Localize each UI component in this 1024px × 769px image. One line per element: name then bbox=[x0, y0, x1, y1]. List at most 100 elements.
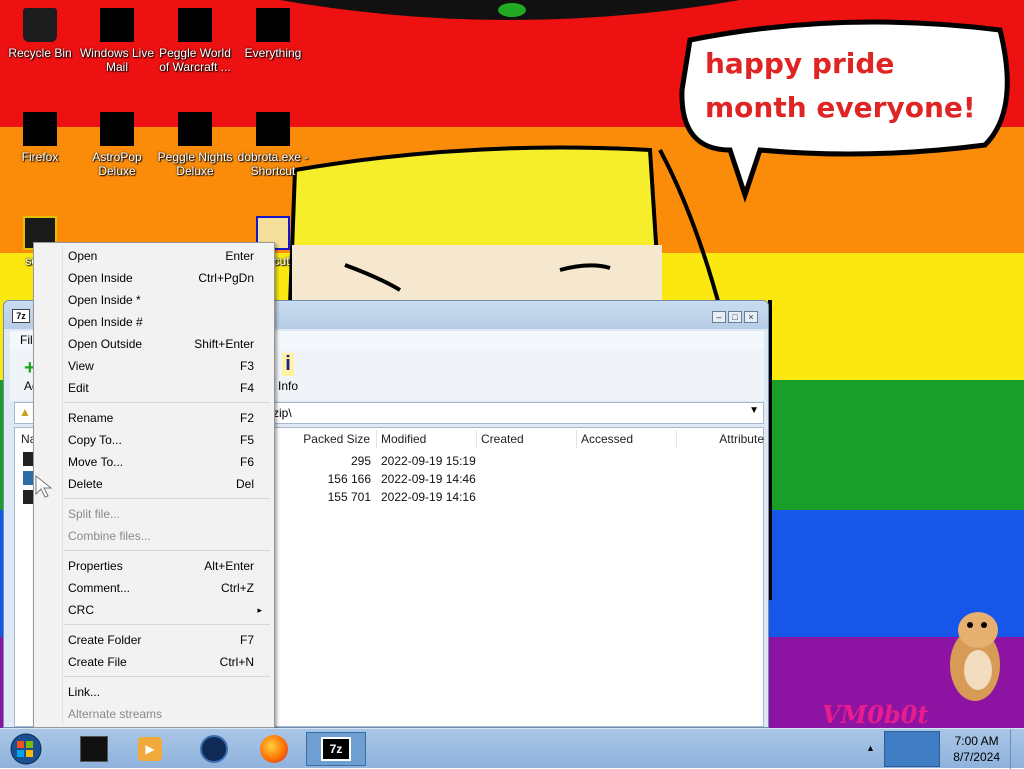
taskbar-firefox[interactable] bbox=[246, 732, 302, 766]
menu-item-edit[interactable]: Edit F4 bbox=[36, 377, 272, 399]
desktop-icon-peggle-nights[interactable]: Peggle Nights Deluxe bbox=[155, 112, 235, 178]
terminal-icon bbox=[80, 736, 108, 762]
column-header-packed-size[interactable]: Packed Size bbox=[277, 430, 377, 448]
menu-item-properties[interactable]: Properties Alt+Enter bbox=[36, 555, 272, 577]
firefox-icon bbox=[23, 112, 57, 146]
column-header-attributes[interactable]: Attribute bbox=[677, 430, 765, 448]
menu-item-shortcut: Del bbox=[235, 477, 254, 491]
peggle-wow-icon bbox=[178, 8, 212, 42]
packed-size-cell: 156 166 bbox=[327, 472, 371, 486]
column-header-modified[interactable]: Modified bbox=[377, 430, 477, 448]
tray-network-icon[interactable] bbox=[884, 731, 940, 767]
menu-item-open-inside[interactable]: Open Inside Ctrl+PgDn bbox=[36, 267, 272, 289]
menu-item-crc[interactable]: CRC ▸ bbox=[36, 599, 272, 621]
menu-item-open[interactable]: Open Enter bbox=[36, 245, 272, 267]
desktop-icon-astropop[interactable]: AstroPop Deluxe bbox=[77, 112, 157, 178]
clock-date: 8/7/2024 bbox=[953, 750, 1000, 764]
menu-separator bbox=[64, 550, 270, 551]
menu-item-label: Create File bbox=[68, 655, 127, 669]
taskbar-terminal[interactable] bbox=[66, 732, 122, 766]
submenu-arrow-icon: ▸ bbox=[257, 605, 262, 615]
menu-item-shortcut: F6 bbox=[239, 455, 254, 469]
menu-item-label: Open Inside * bbox=[68, 293, 141, 307]
modified-cell: 2022-09-19 14:16 bbox=[381, 490, 476, 504]
recycle-bin-icon bbox=[23, 8, 57, 42]
tray-expand-icon[interactable]: ▲ bbox=[866, 743, 875, 753]
desktop-icon-recycle-bin[interactable]: Recycle Bin bbox=[0, 8, 80, 60]
desktop-icon-peggle-wow[interactable]: Peggle World of Warcraft ... bbox=[155, 8, 235, 74]
chevron-down-icon[interactable]: ▼ bbox=[749, 405, 759, 416]
menu-item-shortcut: F4 bbox=[239, 381, 254, 395]
desktop-icon-dobrota-shortcut[interactable]: dobrota.exe - Shortcut bbox=[233, 112, 313, 178]
minimize-button[interactable]: – bbox=[712, 311, 726, 323]
menu-item-label: Open Inside bbox=[68, 271, 133, 285]
start-button[interactable] bbox=[2, 732, 54, 766]
column-header-accessed[interactable]: Accessed bbox=[577, 430, 677, 448]
speech-bubble-text: happy pride month everyone! bbox=[705, 47, 976, 124]
menu-item-label: Link... bbox=[68, 685, 101, 699]
menu-item-label: View bbox=[68, 359, 94, 373]
desktop-icon-label: Peggle Nights Deluxe bbox=[157, 150, 233, 178]
menu-item-comment[interactable]: Comment... Ctrl+Z bbox=[36, 577, 272, 599]
desktop-icon-windows-live-mail[interactable]: Windows Live Mail bbox=[77, 8, 157, 74]
menu-item-shortcut: Ctrl+N bbox=[219, 655, 254, 669]
clock-time: 7:00 AM bbox=[954, 734, 999, 748]
taskbar-browser[interactable] bbox=[186, 732, 242, 766]
menu-item-open-inside-hash[interactable]: Open Inside # bbox=[36, 311, 272, 333]
desktop-icon-everything[interactable]: Everything bbox=[233, 8, 313, 60]
system-clock[interactable]: 7:00 AM 8/7/2024 bbox=[953, 733, 1000, 765]
menu-item-label: Delete bbox=[68, 477, 103, 491]
menu-item-label: Properties bbox=[68, 559, 123, 573]
taskbar: ▶ 7z ▲ 7:00 AM 8/7/2024 bbox=[0, 728, 1024, 769]
menu-item-view[interactable]: View F3 bbox=[36, 355, 272, 377]
windows-live-mail-icon bbox=[100, 8, 134, 42]
menu-item-label: Open bbox=[68, 249, 98, 263]
close-button[interactable]: × bbox=[744, 311, 758, 323]
menu-item-label: Move To... bbox=[68, 455, 124, 469]
menu-separator bbox=[64, 624, 270, 625]
desktop-icon-firefox[interactable]: Firefox bbox=[0, 112, 80, 164]
7zip-icon: 7z bbox=[321, 737, 351, 761]
menu-item-shortcut: Alt+Enter bbox=[204, 559, 254, 573]
menu-separator bbox=[64, 676, 270, 677]
desktop-icon-label: Recycle Bin bbox=[8, 46, 72, 60]
start-orb-icon bbox=[10, 733, 42, 765]
menu-item-open-outside[interactable]: Open Outside Shift+Enter bbox=[36, 333, 272, 355]
menu-item-label: Copy To... bbox=[68, 433, 122, 447]
taskbar-media-player[interactable]: ▶ bbox=[122, 732, 178, 766]
menu-separator bbox=[64, 498, 270, 499]
7zip-app-icon: 7z bbox=[12, 309, 30, 323]
menu-item-shortcut: Enter bbox=[225, 249, 254, 263]
menu-item-label: Rename bbox=[68, 411, 114, 425]
menu-item-delete[interactable]: Delete Del bbox=[36, 473, 272, 495]
menu-item-open-inside-star[interactable]: Open Inside * bbox=[36, 289, 272, 311]
menu-item-alternate-streams: Alternate streams bbox=[36, 703, 272, 725]
maximize-button[interactable]: □ bbox=[728, 311, 742, 323]
menu-item-create-folder[interactable]: Create Folder F7 bbox=[36, 629, 272, 651]
folder-up-icon[interactable]: ▲ bbox=[19, 405, 31, 419]
menu-item-shortcut: Ctrl+Z bbox=[221, 581, 254, 595]
address-path: zip\ bbox=[273, 406, 292, 420]
browser-icon bbox=[200, 735, 228, 763]
menu-item-label: Create Folder bbox=[68, 633, 142, 647]
context-menu[interactable]: Open Enter Open Inside Ctrl+PgDn Open Insi… bbox=[33, 242, 275, 728]
menu-item-label: Split file... bbox=[68, 507, 121, 521]
menu-item-rename[interactable]: Rename F2 bbox=[36, 407, 272, 429]
menu-item-shortcut: Shift+Enter bbox=[194, 337, 254, 351]
column-header-created[interactable]: Created bbox=[477, 430, 577, 448]
menu-item-shortcut: F7 bbox=[239, 633, 254, 647]
packed-size-cell: 295 bbox=[350, 454, 371, 468]
menu-item-link[interactable]: Link... bbox=[36, 681, 272, 703]
taskbar-7zip-active[interactable]: 7z bbox=[306, 732, 366, 766]
modified-cell: 2022-09-19 15:19 bbox=[381, 454, 476, 468]
menu-item-shortcut: F5 bbox=[239, 433, 254, 447]
info-button-label[interactable]: Info bbox=[278, 379, 298, 393]
menu-item-copy-to[interactable]: Copy To... F5 bbox=[36, 429, 272, 451]
menu-item-split-file: Split file... bbox=[36, 503, 272, 525]
menu-item-move-to[interactable]: Move To... F6 bbox=[36, 451, 272, 473]
menu-item-create-file[interactable]: Create File Ctrl+N bbox=[36, 651, 272, 673]
show-desktop-button[interactable] bbox=[1010, 729, 1024, 769]
menu-item-combine-files: Combine files... bbox=[36, 525, 272, 547]
menu-separator bbox=[64, 402, 270, 403]
info-icon: i bbox=[282, 353, 294, 376]
